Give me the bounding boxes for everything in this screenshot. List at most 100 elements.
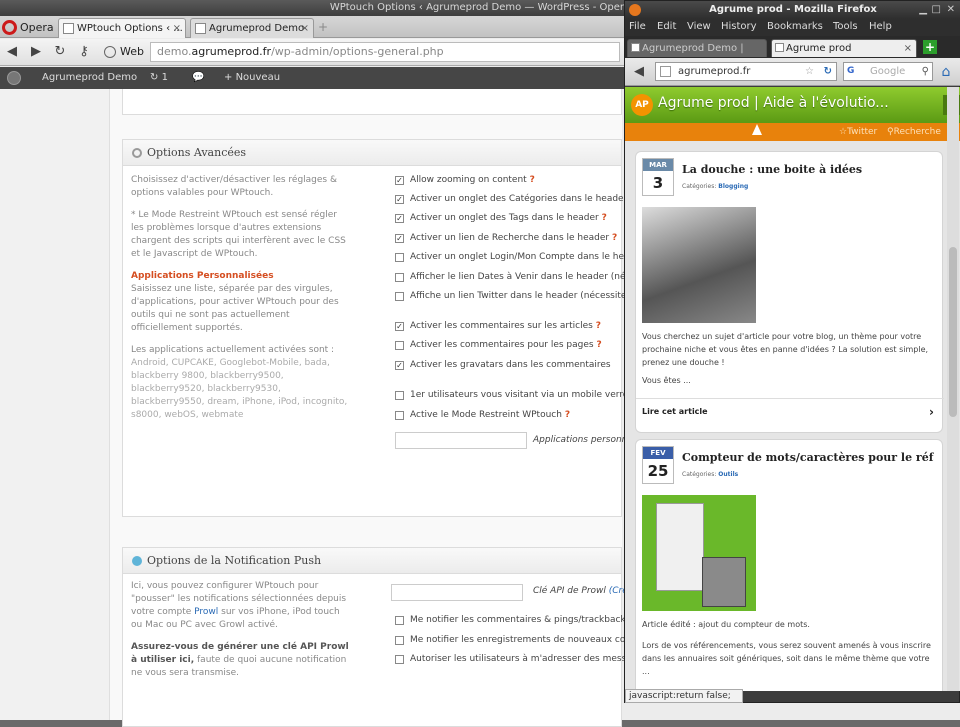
custom-apps-title: Applications Personnalisées [131, 271, 274, 281]
previous-settings-box [122, 89, 622, 115]
option-label: Allow zooming on content [410, 175, 527, 185]
url-prefix: demo. [157, 45, 192, 58]
forward-arrow-icon[interactable]: ▶ [28, 44, 44, 60]
scrollbar-thumb[interactable] [949, 247, 957, 417]
opera-menu-button[interactable]: Opera [2, 17, 56, 37]
admin-bar-site-name[interactable]: Agrumeprod Demo [42, 67, 137, 89]
option-label: Afficher le lien Dates à Venir dans le h… [410, 272, 641, 282]
checkbox[interactable] [395, 292, 404, 301]
push-desc-2: Assurez-vous de générer une clé API Prow… [131, 641, 351, 680]
firefox-nav-bar: ◀ agrumeprod.fr ☆ ↻ G Google ⚲ ⌂ [625, 58, 960, 86]
admin-bar-new[interactable]: + Nouveau [224, 67, 280, 89]
checkbox[interactable]: ✓ [395, 214, 404, 223]
close-tab-icon[interactable]: × [301, 19, 309, 38]
back-arrow-icon[interactable]: ◀ [631, 64, 647, 80]
checkbox[interactable] [395, 253, 404, 262]
custom-apps-input[interactable] [395, 432, 527, 449]
url-domain: agrumeprod.fr [191, 45, 272, 58]
checkbox[interactable] [395, 616, 404, 625]
home-icon[interactable]: ⌂ [937, 63, 955, 81]
checkbox[interactable] [395, 273, 404, 282]
checkbox[interactable] [395, 411, 404, 420]
web-indicator[interactable]: Web [104, 45, 144, 58]
excerpt-text: Vous cherchez un sujet d'article pour vo… [642, 332, 929, 367]
post-title[interactable]: Compteur de mots/caractères pour le réf.… [682, 451, 934, 464]
post-categories: Catégories: Outils [682, 471, 738, 478]
menu-view[interactable]: View [687, 21, 711, 32]
read-more-link[interactable]: Lire cet article › [636, 398, 944, 424]
minimize-icon[interactable]: ▁ [919, 1, 927, 19]
search-link[interactable]: ⚲ Recherche [887, 123, 941, 141]
menu-history[interactable]: History [721, 21, 757, 32]
checkbox[interactable]: ✓ [395, 234, 404, 243]
help-icon[interactable]: ? [602, 213, 607, 223]
reload-icon[interactable]: ↻ [52, 44, 68, 60]
google-icon[interactable]: G [847, 65, 860, 78]
post-card: FEV 25 Compteur de mots/caractères pour … [635, 439, 943, 691]
new-label: Nouveau [235, 72, 281, 83]
twitter-label: Twitter [847, 127, 878, 137]
ff-url-text: agrumeprod.fr [678, 66, 751, 77]
prowl-link[interactable]: Prowl [194, 607, 218, 617]
ff-tab-agrumeprod-demo[interactable]: Agrumeprod Demo | [627, 39, 767, 57]
calculator-icon [702, 557, 746, 607]
checkbox[interactable] [395, 655, 404, 664]
tab-label: WPtouch Options ‹ ... [77, 23, 183, 34]
close-window-icon[interactable]: ✕ [947, 1, 955, 19]
close-tab-icon[interactable]: × [173, 19, 181, 38]
menu-file[interactable]: File [629, 21, 646, 32]
site-logo[interactable]: AP [631, 94, 653, 116]
menu-bookmarks[interactable]: Bookmarks [767, 21, 823, 32]
tab-wptouch-options[interactable]: WPtouch Options ‹ ... × [58, 18, 186, 38]
maximize-icon[interactable]: □ [932, 1, 941, 19]
chevron-right-icon: › [929, 405, 934, 419]
help-icon[interactable]: ? [596, 340, 601, 350]
tab-agrumeprod-demo[interactable]: Agrumeprod Demo × [190, 18, 314, 38]
site-title[interactable]: Agrume prod | Aide à l'évolutio... [658, 95, 889, 111]
bookmark-star-icon[interactable]: ☆ [805, 63, 814, 80]
ff-tab-agrume-prod[interactable]: Agrume prod × [771, 39, 917, 57]
key-icon[interactable]: ⚷ [76, 44, 92, 60]
vertical-scrollbar[interactable] [947, 87, 959, 691]
checkbox[interactable]: ✓ [395, 322, 404, 331]
twitter-link[interactable]: ☆ Twitter [839, 123, 877, 141]
ff-search-field[interactable]: G Google ⚲ [843, 62, 933, 81]
close-tab-icon[interactable]: × [904, 40, 912, 57]
checkbox[interactable]: ✓ [395, 361, 404, 370]
prowl-api-key-input[interactable] [391, 584, 523, 601]
category-link[interactable]: Blogging [718, 183, 748, 190]
desc-intro: Choisissez d'activer/désactiver les régl… [131, 175, 337, 198]
help-icon[interactable]: ? [530, 175, 535, 185]
checkbox[interactable]: ✓ [395, 195, 404, 204]
comments-bubble-icon[interactable]: 💬 [192, 67, 204, 89]
ff-address-field[interactable]: agrumeprod.fr ☆ ↻ [655, 62, 837, 81]
admin-bar-updates[interactable]: ↻ 1 [150, 67, 168, 89]
push-options-header: Options de la Notification Push [123, 548, 621, 574]
new-tab-icon[interactable]: + [318, 20, 328, 34]
date-day: 25 [647, 462, 669, 480]
help-icon[interactable]: ? [565, 410, 570, 420]
checkbox[interactable] [395, 636, 404, 645]
new-tab-icon[interactable]: + [923, 40, 937, 54]
site-identity-icon[interactable] [660, 66, 671, 77]
menu-edit[interactable]: Edit [657, 21, 676, 32]
date-badge: FEV 25 [642, 446, 674, 484]
gear-icon [132, 148, 142, 158]
option-label: 1er utilisateurs vous visitant via un mo… [410, 390, 643, 400]
menu-tools[interactable]: Tools [833, 21, 858, 32]
back-arrow-icon[interactable]: ◀ [4, 44, 20, 60]
checkbox[interactable] [395, 341, 404, 350]
post-title[interactable]: La douche : une boite à idées [682, 163, 934, 176]
help-icon[interactable]: ? [596, 321, 601, 331]
menu-help[interactable]: Help [869, 21, 892, 32]
checkbox[interactable] [395, 391, 404, 400]
category-link[interactable]: Outils [718, 471, 738, 478]
reload-icon[interactable]: ↻ [824, 63, 832, 80]
address-field[interactable]: demo.agrumeprod.fr/wp-admin/options-gene… [150, 42, 620, 62]
custom-apps-input-label: Applications personn [533, 435, 628, 445]
search-icon[interactable]: ⚲ [922, 63, 929, 80]
opera-window-title: WPtouch Options ‹ Agrumeprod Demo — Word… [329, 2, 631, 13]
help-icon[interactable]: ? [612, 233, 617, 243]
checkbox[interactable]: ✓ [395, 176, 404, 185]
wordpress-logo-icon[interactable] [7, 71, 21, 85]
